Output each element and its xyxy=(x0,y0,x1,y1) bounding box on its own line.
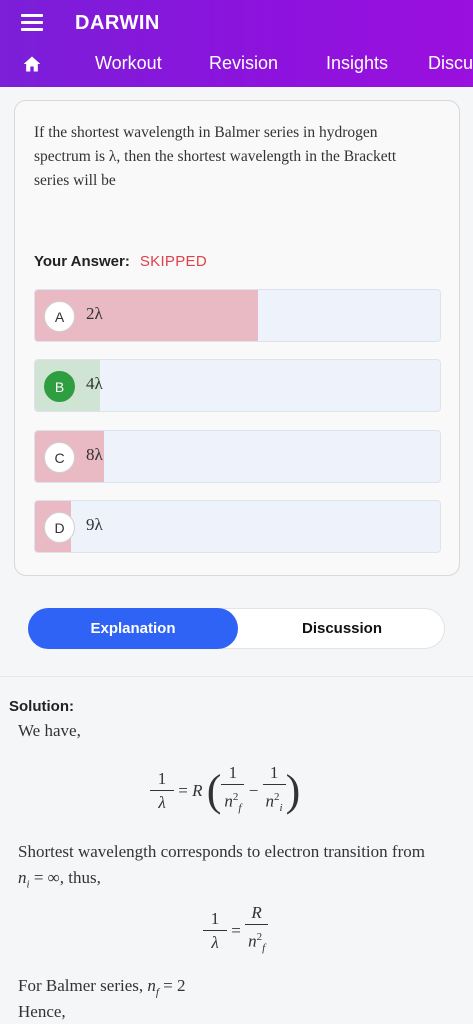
app-title: DARWIN xyxy=(75,12,160,34)
solution-line-3-text: , thus, xyxy=(59,868,101,887)
solution-line-5: Hence, xyxy=(18,1002,66,1021)
nav-insights[interactable]: Insights xyxy=(326,53,388,74)
option-d-letter: D xyxy=(44,512,75,543)
option-d-text: 9λ xyxy=(86,515,103,534)
solution-line-2: Shortest wavelength corresponds to elect… xyxy=(18,842,425,861)
nav-workout[interactable]: Workout xyxy=(95,53,162,74)
nav-discuss[interactable]: Discuss xyxy=(428,53,473,74)
solution-line-4-text: For Balmer series, xyxy=(18,976,144,995)
option-a[interactable]: A 2λ xyxy=(34,289,441,342)
equation-2: 1λ = Rn2f xyxy=(203,902,269,960)
menu-icon[interactable] xyxy=(21,14,43,32)
solution-tabs: Explanation Discussion xyxy=(28,608,445,649)
app-bar: DARWIN Workout Revision Insights Discuss xyxy=(0,0,473,87)
equation-1: 1λ = R (1 n2f − 1 n2i) xyxy=(150,762,300,824)
option-b-text: 4λ xyxy=(86,374,103,393)
solution-line-3: ni = ∞, thus, xyxy=(18,868,101,891)
your-answer: Your Answer: SKIPPED xyxy=(34,253,207,270)
option-c-text: 8λ xyxy=(86,445,103,464)
home-icon[interactable] xyxy=(22,54,42,74)
solution-line-4: For Balmer series, nf = 2 xyxy=(18,976,186,999)
nav-revision[interactable]: Revision xyxy=(209,53,278,74)
your-answer-label: Your Answer: xyxy=(34,253,130,270)
answer-status-badge: SKIPPED xyxy=(139,253,207,270)
option-a-text: 2λ xyxy=(86,304,103,323)
option-d[interactable]: D 9λ xyxy=(34,500,441,553)
tab-explanation[interactable]: Explanation xyxy=(28,608,238,649)
tab-discussion[interactable]: Discussion xyxy=(238,608,446,649)
option-b-letter: B xyxy=(44,371,75,402)
divider xyxy=(0,676,473,677)
solution-heading: Solution: xyxy=(9,698,74,715)
solution-line-1: We have, xyxy=(18,721,81,740)
option-a-letter: A xyxy=(44,301,75,332)
question-text: If the shortest wavelength in Balmer ser… xyxy=(34,124,397,189)
option-c[interactable]: C 8λ xyxy=(34,430,441,483)
question-card: If the shortest wavelength in Balmer ser… xyxy=(14,100,460,576)
option-b[interactable]: B 4λ xyxy=(34,359,441,412)
option-c-letter: C xyxy=(44,442,75,473)
nav-bar: Workout Revision Insights Discuss xyxy=(0,50,473,80)
